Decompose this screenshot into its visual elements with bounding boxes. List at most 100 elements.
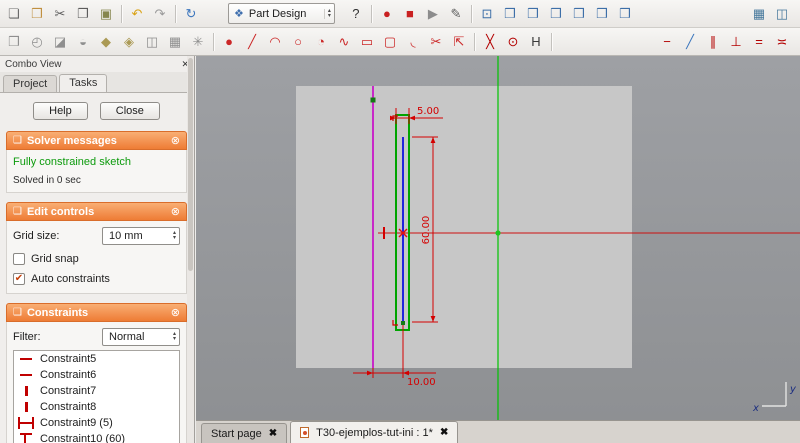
help-button[interactable]: Help [33,102,88,120]
constrain-parallel-icon[interactable]: ∥ [702,31,724,53]
external-geometry-icon[interactable]: ⇱ [448,31,470,53]
macro-edit-icon[interactable]: ✎ [445,3,467,25]
dimension-height-label[interactable]: 60.00 [421,216,432,245]
create-line-icon[interactable]: ╱ [241,31,263,53]
cut-icon[interactable]: ✂ [49,3,71,25]
revolution-icon[interactable]: ◴ [26,31,48,53]
view-rear-icon[interactable]: ❒ [591,3,613,25]
draw-style-icon[interactable]: ▦ [748,3,770,25]
new-document-icon[interactable]: ❏ [3,3,25,25]
trim-edge-icon[interactable]: ✂ [425,31,447,53]
view-left-icon[interactable]: ❒ [614,3,636,25]
grid-size-combo[interactable]: 10 mm ▴ ▾ [102,227,180,245]
create-slot-icon[interactable]: ▢ [379,31,401,53]
tab-tasks[interactable]: Tasks [59,74,107,92]
close-tab-icon[interactable]: ✖ [440,427,448,438]
groove-icon[interactable]: ◒ [72,31,94,53]
constraint-item[interactable]: Constraint7 [14,383,179,399]
origin-point[interactable] [495,230,500,235]
constrain-horizontal-icon[interactable]: − [656,31,678,53]
checkbox-box[interactable]: ✔ [13,253,25,265]
tab-document[interactable]: T30-ejemplos-tut-ini : 1* ✖ [290,421,458,443]
constraint-item[interactable]: Constraint10 (60) [14,431,179,443]
constraints-header[interactable]: ❑ Constraints ⊗ [6,303,187,322]
create-circle-icon[interactable]: ○ [287,31,309,53]
combo-arrows-icon[interactable]: ▴ ▾ [173,231,176,241]
create-rectangle-icon[interactable]: ▭ [356,31,378,53]
combo-arrows-icon[interactable]: ▴ ▾ [173,332,176,342]
vertex-point[interactable] [371,98,376,103]
view-front-icon[interactable]: ❒ [522,3,544,25]
view-top-icon[interactable]: ❒ [545,3,567,25]
spin-down-icon[interactable]: ▾ [173,236,176,241]
checkbox-box[interactable]: ✔ [13,273,25,285]
constraint-item[interactable]: Constraint6 [14,367,179,383]
toolbar-separator [471,31,478,53]
scrollbar-thumb[interactable] [188,58,193,271]
create-point-icon[interactable]: ● [218,31,240,53]
create-fillet-icon[interactable]: ◟ [402,31,424,53]
close-tab-icon[interactable]: ✖ [269,428,277,439]
constrain-perpendicular-icon[interactable]: ⊥ [725,31,747,53]
constrain-symmetric-icon[interactable]: ≍ [771,31,793,53]
constrain-equal-icon[interactable]: = [748,31,770,53]
edit-controls-header[interactable]: ❑ Edit controls ⊗ [6,202,187,221]
redo-icon[interactable]: ↷ [149,3,171,25]
linear-pattern-icon[interactable]: ▦ [164,31,186,53]
constrain-point-on-object-icon[interactable]: ⊙ [502,31,524,53]
panel-scrollbar[interactable] [187,56,194,443]
constraint-item[interactable]: Constraint9 (5) [14,415,179,431]
combo-arrows-icon[interactable]: ▴ ▾ [324,9,331,19]
pad-icon[interactable]: ❒ [3,31,25,53]
macro-execute-icon[interactable]: ▶ [422,3,444,25]
view-axonometric-icon[interactable]: ❒ [499,3,521,25]
tab-start-page[interactable]: Start page ✖ [201,423,287,443]
grid-snap-checkbox[interactable]: ✔ Grid snap [13,253,180,265]
constrain-distance-x-icon[interactable]: H [525,31,547,53]
selection-view-icon[interactable]: ◫ [771,3,793,25]
fillet-feature-icon[interactable]: ◆ [95,31,117,53]
3d-viewport[interactable]: 5.00 60.00 10.00 [196,56,800,420]
refresh-icon[interactable]: ↻ [180,3,202,25]
collapse-icon[interactable]: ⊗ [171,134,180,147]
pocket-icon[interactable]: ◪ [49,31,71,53]
create-polyline-icon[interactable]: ∿ [333,31,355,53]
constrain-coincident-icon[interactable]: ╳ [479,31,501,53]
workbench-icon: ❖ [234,7,244,20]
macro-stop-icon[interactable]: ■ [399,3,421,25]
constraint-item[interactable]: Constraint5 [14,351,179,367]
whats-this-icon[interactable]: ? [345,3,367,25]
view-fit-icon[interactable]: ⊡ [476,3,498,25]
spin-down-icon[interactable]: ▾ [328,14,331,19]
constraint-filter-combo[interactable]: Normal ▴ ▾ [102,328,180,346]
panel-titlebar: Combo View ✕ [0,56,194,72]
undo-icon[interactable]: ↶ [126,3,148,25]
sketch-face[interactable] [296,86,632,368]
auto-constraints-checkbox[interactable]: ✔ Auto constraints [13,273,180,285]
view-right-icon[interactable]: ❒ [568,3,590,25]
workbench-selector[interactable]: ❖ Part Design ▴ ▾ [228,3,335,24]
dimension-offset-label[interactable]: 10.00 [407,377,436,388]
vertex-point[interactable] [401,321,405,325]
copy-icon[interactable]: ❐ [72,3,94,25]
create-arc-icon[interactable]: ◠ [264,31,286,53]
polar-pattern-icon[interactable]: ✳ [187,31,209,53]
panel-title: Combo View [5,59,62,70]
close-button[interactable]: Close [100,102,160,120]
macro-record-icon[interactable]: ● [376,3,398,25]
open-document-icon[interactable]: ❒ [26,3,48,25]
collapse-icon[interactable]: ⊗ [171,205,180,218]
tab-project[interactable]: Project [3,75,57,92]
combo-view-panel: Combo View ✕ Project Tasks Help Close ❑ … [0,56,195,443]
solver-messages-header[interactable]: ❑ Solver messages ⊗ [6,131,187,150]
chamfer-feature-icon[interactable]: ◈ [118,31,140,53]
paste-icon[interactable]: ▣ [95,3,117,25]
toggle-construction-icon[interactable]: ╱ [679,31,701,53]
sketch-canvas[interactable]: 5.00 60.00 10.00 [196,56,800,420]
constraint-item[interactable]: Constraint8 [14,399,179,415]
dimension-width-label[interactable]: 5.00 [417,106,439,117]
collapse-icon[interactable]: ⊗ [171,306,180,319]
create-conic-icon[interactable]: ◔ [310,31,332,53]
spin-down-icon[interactable]: ▾ [173,337,176,342]
mirrored-icon[interactable]: ◫ [141,31,163,53]
